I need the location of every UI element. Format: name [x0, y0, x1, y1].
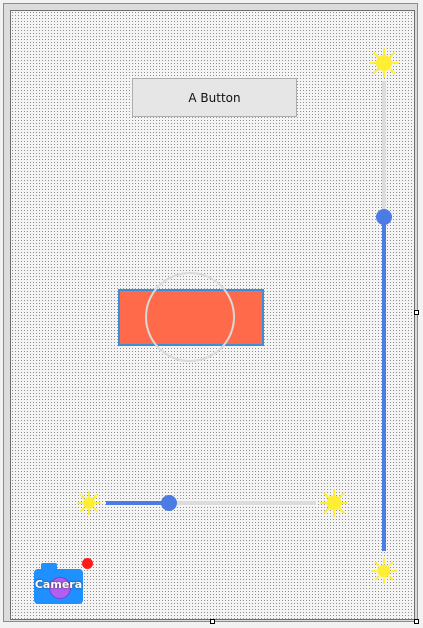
designer-frame: A Button Camera: [3, 3, 418, 622]
sun-icon: [320, 489, 348, 517]
vertical-slider-track: [382, 81, 386, 217]
notification-dot: [82, 558, 93, 569]
resize-handle-corner[interactable]: [414, 619, 419, 624]
vertical-slider-thumb[interactable]: [376, 209, 392, 225]
sun-icon: [371, 558, 397, 584]
circle-shape[interactable]: [145, 272, 235, 362]
camera-label: Camera: [34, 578, 83, 591]
resize-handle-right[interactable]: [414, 310, 419, 315]
horizontal-slider-track: [169, 501, 316, 505]
horizontal-slider-fill: [106, 501, 169, 505]
vertical-slider[interactable]: [369, 81, 399, 551]
horizontal-slider[interactable]: [106, 488, 316, 518]
sun-icon: [369, 48, 399, 78]
sun-icon: [77, 491, 101, 515]
design-canvas[interactable]: A Button Camera: [10, 10, 415, 620]
horizontal-slider-thumb[interactable]: [161, 495, 177, 511]
a-button[interactable]: A Button: [132, 78, 297, 117]
vertical-slider-fill: [382, 217, 386, 551]
resize-handle-bottom[interactable]: [210, 619, 215, 624]
